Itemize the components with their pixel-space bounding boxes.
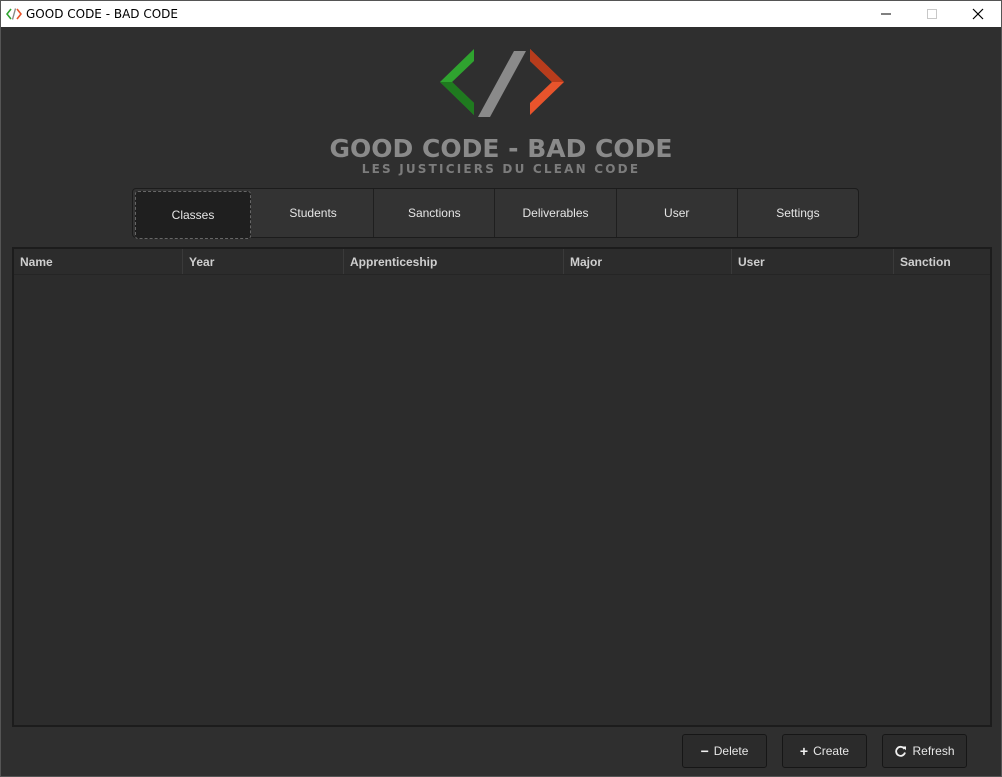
- tab-deliverables[interactable]: Deliverables: [495, 189, 617, 237]
- code-logo-icon: [440, 49, 564, 117]
- title-bar: GOOD CODE - BAD CODE: [1, 1, 1001, 27]
- minimize-button[interactable]: [863, 1, 909, 27]
- column-header-user[interactable]: User: [732, 249, 894, 274]
- delete-button[interactable]: − Delete: [682, 734, 767, 768]
- tab-bar: Classes Students Sanctions Deliverables …: [132, 188, 859, 239]
- create-label: Create: [813, 744, 850, 758]
- create-button[interactable]: + Create: [782, 734, 867, 768]
- minus-icon: −: [700, 743, 709, 759]
- classes-table[interactable]: Name Year Apprenticeship Major User Sanc…: [12, 247, 992, 727]
- delete-label: Delete: [713, 744, 749, 758]
- column-header-sanction[interactable]: Sanction: [894, 249, 990, 274]
- app-window: GOOD CODE - BAD CODE GOOD CODE - BAD COD…: [0, 0, 1002, 777]
- refresh-label: Refresh: [912, 744, 955, 758]
- close-icon: [972, 8, 984, 20]
- maximize-button[interactable]: [909, 1, 955, 27]
- table-header: Name Year Apprenticeship Major User Sanc…: [14, 249, 990, 275]
- column-header-name[interactable]: Name: [14, 249, 183, 274]
- plus-icon: +: [799, 743, 809, 759]
- refresh-button[interactable]: Refresh: [882, 734, 967, 768]
- column-header-major[interactable]: Major: [564, 249, 732, 274]
- tab-user[interactable]: User: [617, 189, 738, 237]
- window-title: GOOD CODE - BAD CODE: [26, 7, 178, 21]
- tab-sanctions[interactable]: Sanctions: [374, 189, 496, 237]
- logo-subtitle: LES JUSTICIERS DU CLEAN CODE: [361, 162, 641, 176]
- refresh-icon: [895, 745, 907, 757]
- tab-settings[interactable]: Settings: [738, 189, 858, 237]
- column-header-year[interactable]: Year: [183, 249, 344, 274]
- close-button[interactable]: [955, 1, 1001, 27]
- logo-title: GOOD CODE - BAD CODE: [329, 134, 673, 163]
- column-header-apprenticeship[interactable]: Apprenticeship: [344, 249, 564, 274]
- tab-students[interactable]: Students: [253, 189, 375, 237]
- code-logo-icon: [6, 8, 22, 20]
- tab-classes[interactable]: Classes: [135, 191, 251, 239]
- maximize-icon: [927, 9, 937, 19]
- minimize-icon: [881, 13, 891, 15]
- logo-header: GOOD CODE - BAD CODE LES JUSTICIERS DU C…: [1, 27, 1001, 187]
